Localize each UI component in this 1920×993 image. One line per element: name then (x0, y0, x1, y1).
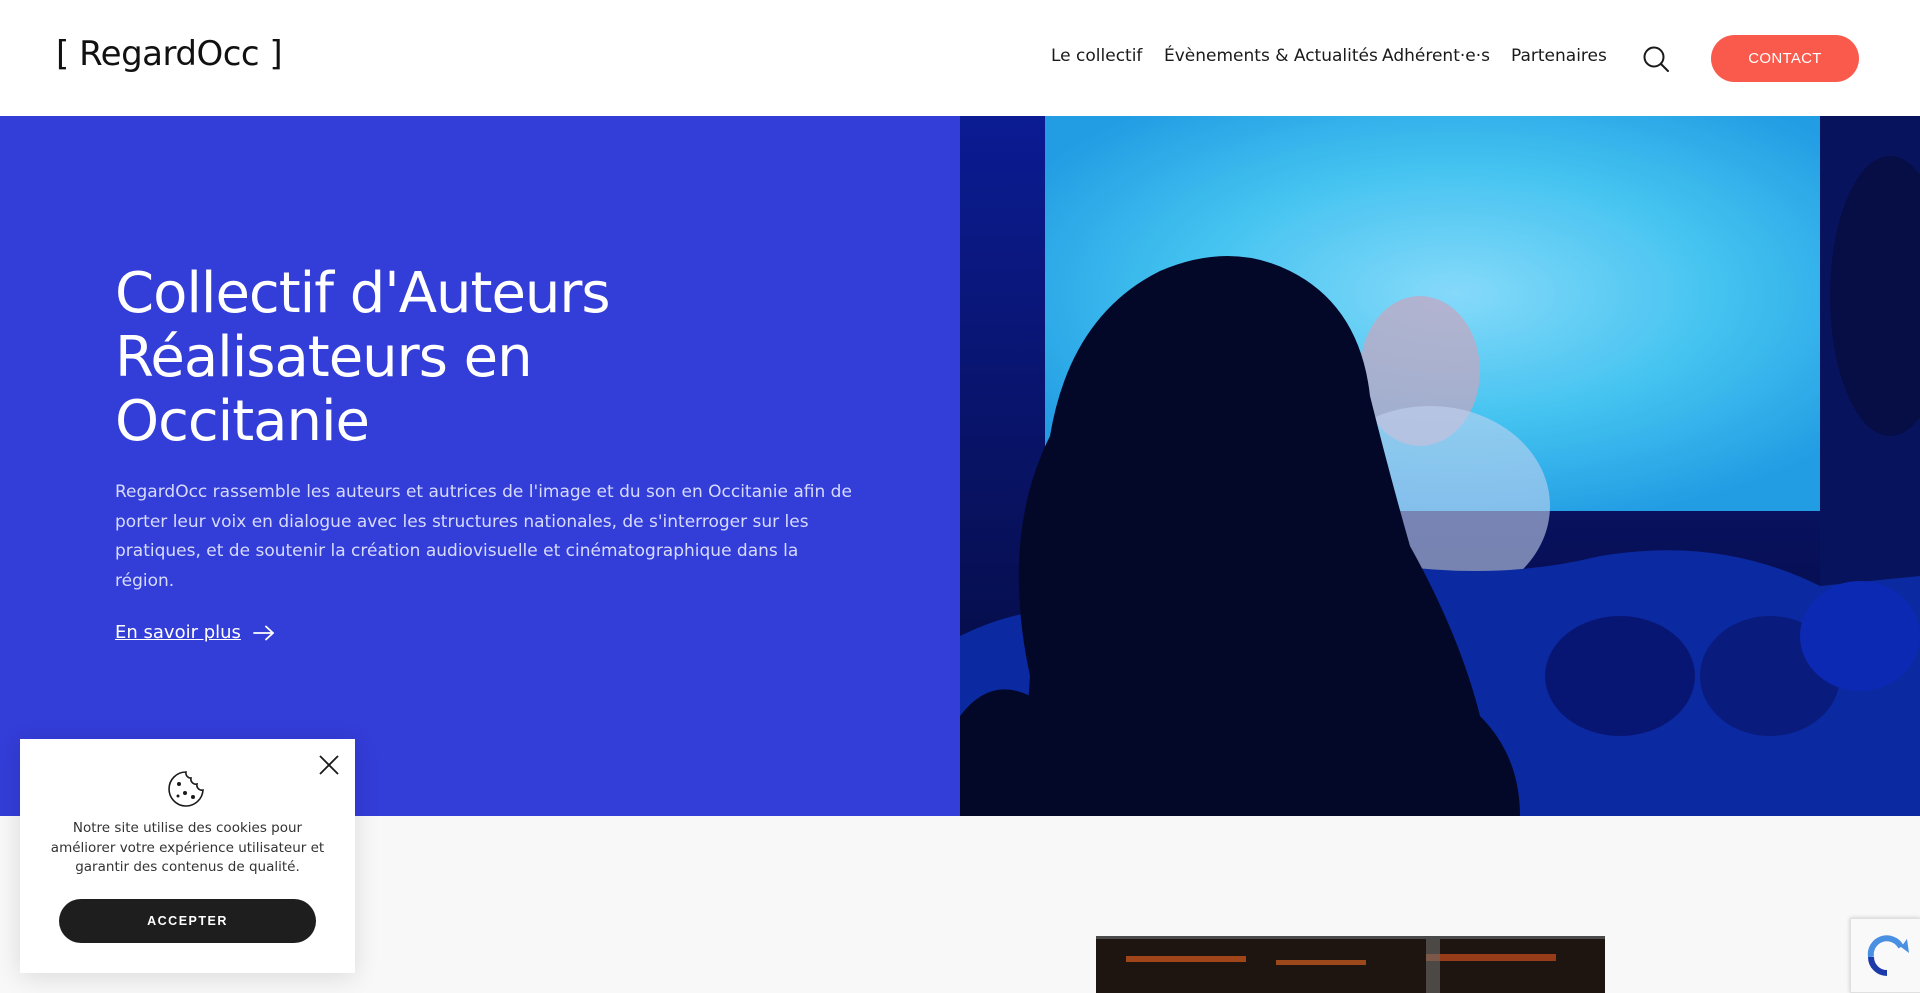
site-logo[interactable]: [ RegardOcc ] (56, 34, 283, 74)
close-icon[interactable] (316, 752, 342, 778)
site-header: [ RegardOcc ] Le collectif Évènements & … (0, 0, 1920, 116)
search-icon[interactable] (1642, 45, 1670, 73)
nav-item-adherent-e-s[interactable]: Adhérent·e·s (1382, 46, 1490, 66)
cookie-message: Notre site utilise des cookies pour amél… (50, 820, 325, 875)
article-image (1096, 936, 1605, 993)
cookie-icon (166, 769, 206, 809)
recaptcha-badge[interactable] (1850, 918, 1920, 993)
hero-image (960, 116, 1920, 816)
hero-panel: Collectif d'Auteurs Réalisateurs en Occi… (0, 116, 960, 816)
en-savoir-plus-label: En savoir plus (115, 622, 241, 643)
nav-item-evenements-actualites[interactable]: Évènements & Actualités (1164, 46, 1378, 66)
en-savoir-plus-link[interactable]: En savoir plus (115, 622, 275, 643)
nav-item-le-collectif[interactable]: Le collectif (1051, 46, 1142, 66)
contact-button[interactable]: CONTACT (1711, 35, 1859, 82)
nav-item-partenaires[interactable]: Partenaires (1511, 46, 1607, 66)
recaptcha-icon (1867, 935, 1909, 976)
arrow-right-icon (253, 625, 274, 640)
cookie-banner: Notre site utilise des cookies pour amél… (20, 739, 355, 973)
accept-cookies-button[interactable]: ACCEPTER (59, 899, 316, 943)
hero-title: Collectif d'Auteurs Réalisateurs en Occi… (115, 261, 611, 454)
hero-description: RegardOcc rassemble les auteurs et autri… (115, 482, 852, 591)
